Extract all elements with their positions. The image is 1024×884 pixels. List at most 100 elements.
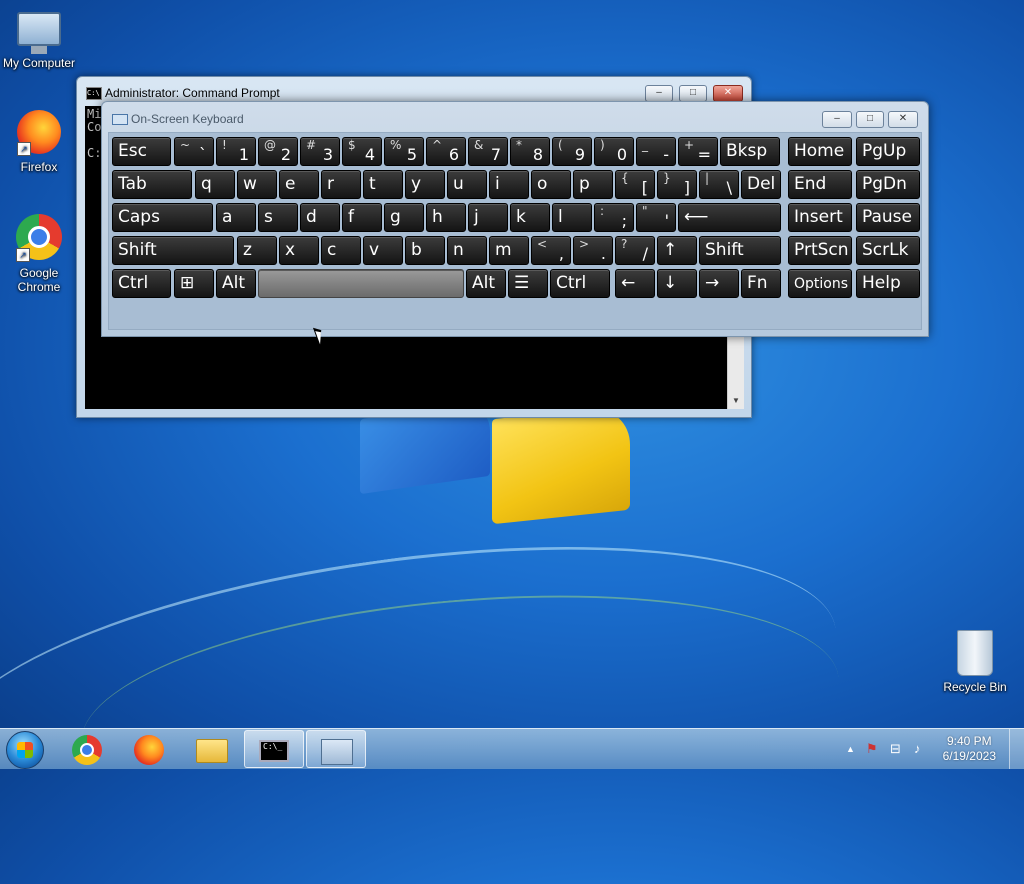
key-ctrl[interactable]: Ctrl — [550, 269, 610, 298]
key-symbol[interactable]: :; — [594, 203, 634, 232]
key-m[interactable]: m — [489, 236, 529, 265]
key-ctrl[interactable]: Ctrl — [112, 269, 171, 298]
key-y[interactable]: y — [405, 170, 445, 199]
key-tab[interactable]: Tab — [112, 170, 192, 199]
show-desktop-button[interactable] — [1009, 729, 1024, 769]
key-symbol[interactable]: $4 — [342, 137, 382, 166]
key-symbol[interactable]: ) 0 — [594, 137, 634, 166]
key-f[interactable]: f — [342, 203, 382, 232]
key-printscreen[interactable]: PrtScn — [788, 236, 852, 265]
key-symbol[interactable]: & 7 — [468, 137, 508, 166]
scroll-down-icon[interactable]: ▼ — [732, 396, 740, 405]
key-symbol[interactable]: @2 — [258, 137, 298, 166]
show-hidden-icons-icon[interactable]: ▲ — [846, 744, 855, 754]
key-r[interactable]: r — [321, 170, 361, 199]
key-symbol[interactable]: % 5 — [384, 137, 424, 166]
taskbar-osk-button[interactable] — [306, 730, 366, 768]
key-shift[interactable]: Shift — [699, 236, 781, 265]
maximize-button[interactable]: □ — [679, 85, 707, 102]
key-p[interactable]: p — [573, 170, 613, 199]
key-symbol[interactable]: }] — [657, 170, 697, 199]
key-symbol[interactable]: " ' — [636, 203, 676, 232]
network-icon[interactable]: ⊟ — [890, 741, 901, 757]
key-delete[interactable]: Del — [741, 170, 781, 199]
key-i[interactable]: i — [489, 170, 529, 199]
key-symbol[interactable]: ~ ` — [174, 137, 214, 166]
taskbar-cmd-button[interactable]: C:\_ — [244, 730, 304, 768]
maximize-button[interactable]: □ — [856, 111, 884, 128]
key-alt[interactable]: Alt — [466, 269, 506, 298]
desktop-icon-firefox[interactable]: ↗ Firefox — [0, 110, 78, 174]
close-button[interactable]: ✕ — [888, 111, 918, 128]
key-scrolllock[interactable]: ScrLk — [856, 236, 920, 265]
minimize-button[interactable]: – — [822, 111, 852, 128]
key-windows[interactable]: ⊞ — [174, 269, 214, 298]
key-symbol[interactable]: ? / — [615, 236, 655, 265]
key-end[interactable]: End — [788, 170, 852, 199]
key-symbol[interactable]: * 8 — [510, 137, 550, 166]
key-c[interactable]: c — [321, 236, 361, 265]
on-screen-keyboard-window[interactable]: On-Screen Keyboard – □ ✕ Esc ~ `! 1 @2 #3 $4% 5… — [101, 101, 929, 337]
key-pause[interactable]: Pause — [856, 203, 920, 232]
key-arrow-right[interactable]: → — [699, 269, 739, 298]
key-a[interactable]: a — [216, 203, 256, 232]
key-enter[interactable]: ⟵ — [678, 203, 781, 232]
key-fn[interactable]: Fn — [741, 269, 781, 298]
key-arrow-down[interactable]: ↓ — [657, 269, 697, 298]
key-help[interactable]: Help — [856, 269, 920, 298]
close-button[interactable]: ✕ — [713, 85, 743, 102]
key-u[interactable]: u — [447, 170, 487, 199]
key-d[interactable]: d — [300, 203, 340, 232]
windows-start-icon[interactable] — [6, 731, 44, 769]
desktop-icon-recycle-bin[interactable]: Recycle Bin — [936, 630, 1014, 694]
key-capslock[interactable]: Caps — [112, 203, 213, 232]
key-symbol[interactable]: {[ — [615, 170, 655, 199]
key-t[interactable]: t — [363, 170, 403, 199]
key-options[interactable]: Options — [788, 269, 852, 298]
key-b[interactable]: b — [405, 236, 445, 265]
key-symbol[interactable]: >. — [573, 236, 613, 265]
key-esc[interactable]: Esc — [112, 137, 171, 166]
key-x[interactable]: x — [279, 236, 319, 265]
key-s[interactable]: s — [258, 203, 298, 232]
key-symbol[interactable]: + = — [678, 137, 718, 166]
key-arrow-up[interactable]: ↑ — [657, 236, 697, 265]
key-shift[interactable]: Shift — [112, 236, 234, 265]
key-n[interactable]: n — [447, 236, 487, 265]
desktop-icon-chrome[interactable]: ↗ Google Chrome — [0, 214, 78, 294]
key-pageup[interactable]: PgUp — [856, 137, 920, 166]
key-pagedown[interactable]: PgDn — [856, 170, 920, 199]
key-j[interactable]: j — [468, 203, 508, 232]
clock[interactable]: 9:40 PM 6/19/2023 — [943, 734, 996, 764]
key-g[interactable]: g — [384, 203, 424, 232]
taskbar-chrome-button[interactable] — [58, 730, 118, 768]
key-symbol[interactable]: (9 — [552, 137, 592, 166]
key-arrow-left[interactable]: ← — [615, 269, 655, 298]
key-symbol[interactable]: ! 1 — [216, 137, 256, 166]
minimize-button[interactable]: – — [645, 85, 673, 102]
key-symbol[interactable]: #3 — [300, 137, 340, 166]
key-h[interactable]: h — [426, 203, 466, 232]
taskbar-firefox-button[interactable] — [120, 730, 180, 768]
key-insert[interactable]: Insert — [788, 203, 852, 232]
taskbar-explorer-button[interactable] — [182, 730, 242, 768]
desktop-icon-my-computer[interactable]: My Computer — [0, 8, 78, 70]
key-l[interactable]: l — [552, 203, 592, 232]
key-alt[interactable]: Alt — [216, 269, 256, 298]
key-backspace[interactable]: Bksp — [720, 137, 780, 166]
key-backslash[interactable]: | \ — [699, 170, 739, 199]
key-home[interactable]: Home — [788, 137, 852, 166]
key-e[interactable]: e — [279, 170, 319, 199]
key-w[interactable]: w — [237, 170, 277, 199]
key-symbol[interactable]: <, — [531, 236, 571, 265]
key-v[interactable]: v — [363, 236, 403, 265]
key-menu[interactable]: ☰ — [508, 269, 548, 298]
action-center-flag-icon[interactable]: ⚑ — [866, 741, 878, 757]
key-symbol[interactable]: ^ 6 — [426, 137, 466, 166]
key-z[interactable]: z — [237, 236, 277, 265]
volume-icon[interactable]: ♪ — [914, 741, 921, 756]
key-symbol[interactable]: _ - — [636, 137, 676, 166]
key-k[interactable]: k — [510, 203, 550, 232]
key-q[interactable]: q — [195, 170, 235, 199]
key-space[interactable] — [258, 269, 464, 298]
